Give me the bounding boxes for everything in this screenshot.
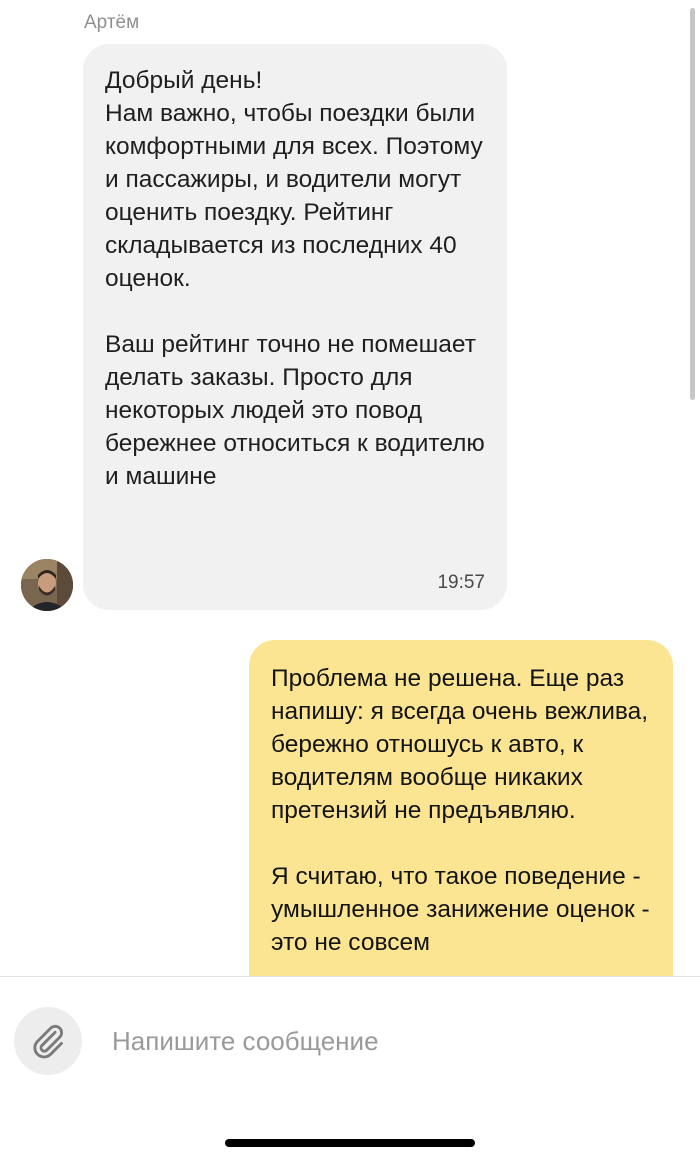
attach-button[interactable] — [14, 1007, 82, 1075]
home-indicator — [225, 1139, 475, 1147]
chat-screen: Артём Добрый день! Нам важно, чтобы поез… — [0, 0, 700, 1162]
incoming-message-bubble[interactable]: Добрый день! Нам важно, чтобы поездки бы… — [83, 44, 507, 610]
message-timestamp: 19:57 — [437, 572, 485, 593]
sender-avatar[interactable] — [21, 559, 73, 611]
outgoing-message-text: Проблема не решена. Еще раз напишу: я вс… — [271, 665, 650, 956]
message-list[interactable]: Артём Добрый день! Нам важно, чтобы поез… — [0, 0, 700, 976]
incoming-message-text: Добрый день! Нам важно, чтобы поездки бы… — [105, 67, 485, 490]
scrollbar[interactable] — [690, 8, 695, 400]
avatar-image — [21, 559, 73, 611]
sender-name: Артём — [84, 12, 140, 33]
message-input[interactable] — [112, 1021, 672, 1061]
composer-bar — [0, 976, 700, 1162]
paperclip-icon — [33, 1024, 63, 1059]
outgoing-message-bubble[interactable]: Проблема не решена. Еще раз напишу: я вс… — [249, 640, 673, 976]
